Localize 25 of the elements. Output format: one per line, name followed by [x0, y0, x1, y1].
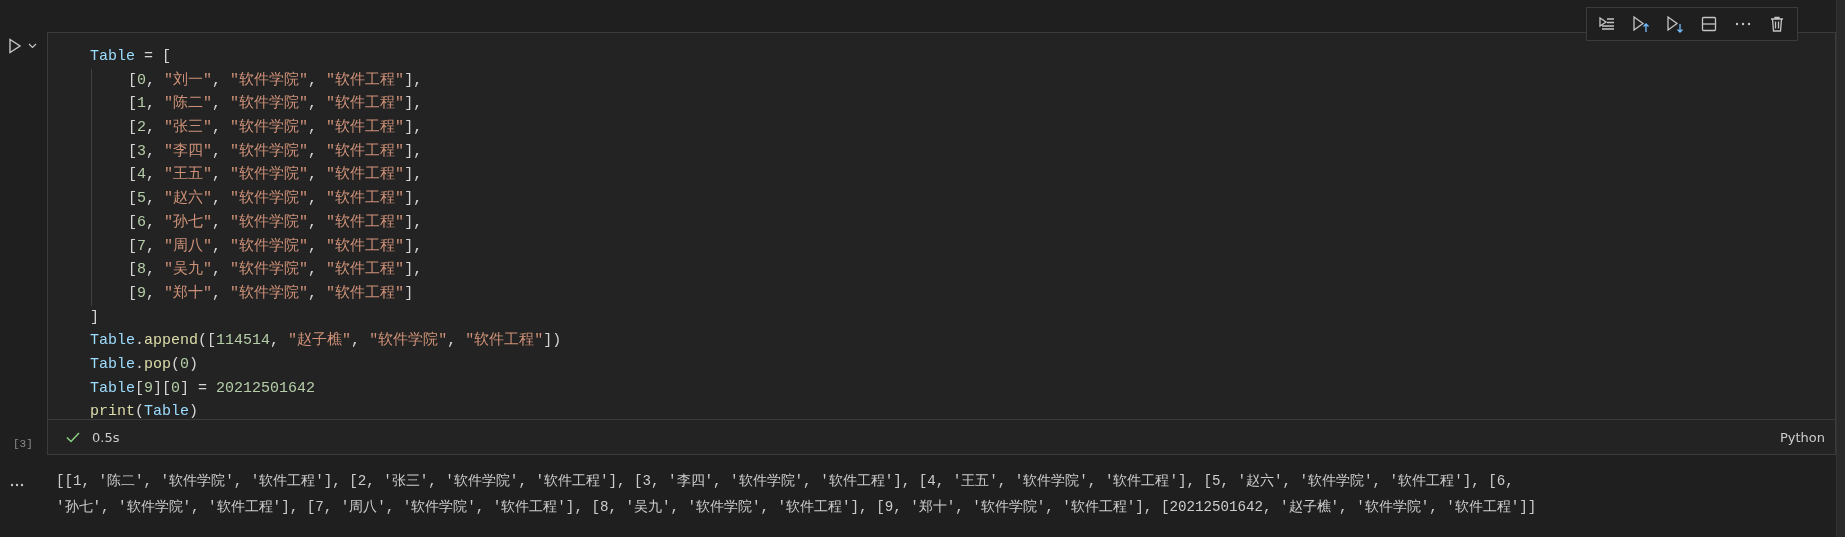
code-line: Table.append([114514, "赵子樵", "软件学院", "软件工程"]) [90, 330, 563, 352]
language-label[interactable]: Python [1779, 429, 1825, 445]
code-line: [6, "孙七", "软件学院", "软件工程"], [128, 212, 424, 233]
execution-time: 0.5s [92, 429, 120, 445]
run-cell-button[interactable] [8, 38, 22, 54]
code-line: Table.pop(0) [90, 354, 200, 375]
code-line: Table = [ [90, 47, 173, 67]
output-line: [[1, '陈二', '软件学院', '软件工程'], [2, '张三', '软件学院', '软件工程'], [3, '李四', '软件学院', '软件工程'], [4, '王五', '软件学院', '软件工程'], [5, '赵六', '软件学院', '软件工程'], [6, [56, 472, 1515, 491]
code-line: [7, "周八", "软件学院", "软件工程"], [128, 236, 424, 257]
chevron-down-icon[interactable] [28, 43, 37, 49]
code-line: [0, "刘一", "软件学院", "软件工程"], [128, 70, 424, 91]
code-line: [9, "郑十", "软件学院", "软件工程"] [128, 283, 415, 304]
code-line: Table[9][0] = 20212501642 [90, 378, 317, 399]
code-line: [2, "张三", "软件学院", "软件工程"], [128, 117, 424, 139]
execution-count: [3] [12, 438, 34, 450]
code-line: [8, "吴九", "软件学院", "软件工程"], [128, 259, 424, 281]
code-line: [1, "陈二", "软件学院", "软件工程"], [128, 93, 424, 115]
code-line: [3, "李四", "软件学院", "软件工程"], [128, 141, 424, 162]
code-line: print(Table) [90, 402, 200, 423]
code-line: ] [90, 307, 100, 328]
code-line: [5, "赵六", "软件学院", "软件工程"], [128, 188, 424, 210]
scrollbar[interactable] [1836, 0, 1845, 537]
output-line: '孙七', '软件学院', '软件工程'], [7, '周八', '软件学院', '软件工程'], [8, '吴九', '软件学院', '软件工程'], [9, '郑十', '软件学院', '软件工程'], [20212501642, '赵子樵', '软件学院', '软件工程']] [56, 498, 1538, 517]
more-icon[interactable] [10, 483, 24, 487]
code-line: [4, "王五", "软件学院", "软件工程"], [128, 164, 424, 186]
